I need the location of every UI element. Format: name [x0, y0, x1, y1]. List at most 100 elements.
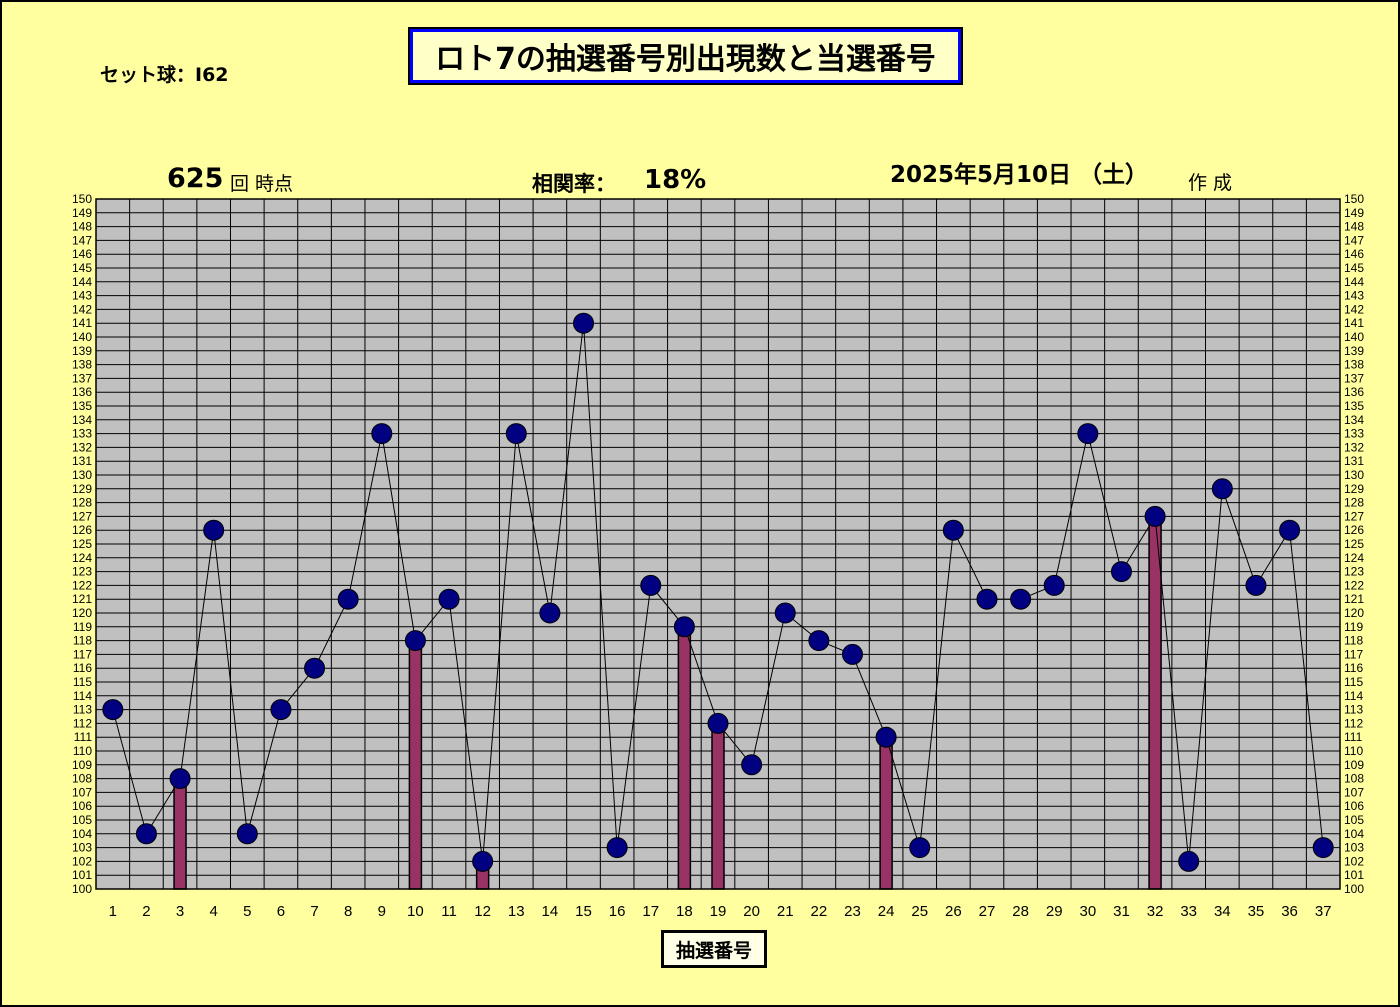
x-tick-label: 20: [743, 903, 760, 920]
data-point: [539, 602, 561, 624]
y-tick-label-left: 139: [72, 344, 92, 358]
y-tick-label-right: 124: [1344, 551, 1364, 565]
y-tick-label-right: 103: [1344, 841, 1364, 855]
x-tick-label: 31: [1113, 903, 1130, 920]
chart-plot: 100 100101 101102 102103 103104 104105 105106 1…: [72, 192, 1364, 920]
y-tick-label-right: 142: [1344, 302, 1364, 316]
y-tick-label-left: 127: [72, 509, 92, 523]
winning-bar: [677, 626, 692, 890]
y-tick-label-right: 129: [1344, 482, 1364, 496]
y-tick-label-right: 110: [1344, 744, 1363, 758]
y-tick-label-right: 135: [1344, 399, 1364, 413]
y-tick-label-left: 102: [72, 854, 92, 868]
y-tick-label-left: 141: [72, 316, 92, 330]
y-tick-label-right: 147: [1344, 233, 1364, 247]
y-tick-label-right: 140: [1344, 330, 1364, 344]
data-point: [1043, 574, 1065, 596]
x-tick-label: 10: [407, 903, 424, 920]
data-point: [135, 823, 157, 845]
x-tick-label: 35: [1248, 903, 1265, 920]
x-tick-label: 29: [1046, 903, 1063, 920]
y-tick-label-right: 138: [1344, 358, 1364, 372]
y-tick-label-right: 122: [1344, 578, 1364, 592]
x-tick-label: 18: [676, 903, 693, 920]
y-tick-label-right: 116: [1344, 661, 1363, 675]
y-tick-label-left: 121: [72, 592, 92, 606]
data-point: [1211, 478, 1233, 500]
x-tick-label: 14: [542, 903, 559, 920]
x-tick-label: 37: [1315, 903, 1332, 920]
y-tick-label-right: 131: [1344, 454, 1364, 468]
y-tick-label-right: 106: [1344, 799, 1364, 813]
x-tick-label: 5: [243, 903, 251, 920]
data-point: [102, 699, 124, 721]
x-tick-label: 9: [378, 903, 386, 920]
y-tick-label-left: 145: [72, 261, 92, 275]
data-point: [573, 312, 595, 334]
y-tick-label-left: 123: [72, 565, 92, 579]
y-tick-label-right: 118: [1344, 634, 1363, 648]
y-tick-label-left: 120: [72, 606, 92, 620]
y-tick-label-right: 148: [1344, 220, 1364, 234]
y-tick-label-right: 143: [1344, 289, 1364, 303]
data-point: [1010, 588, 1032, 610]
data-point: [942, 519, 964, 541]
data-point: [438, 588, 460, 610]
y-tick-label-left: 104: [72, 827, 92, 841]
data-point: [505, 423, 527, 445]
y-tick-label-left: 146: [72, 247, 92, 261]
y-tick-label-left: 133: [72, 427, 92, 441]
x-tick-label: 27: [979, 903, 996, 920]
y-tick-label-right: 120: [1344, 606, 1364, 620]
y-tick-label-left: 140: [72, 330, 92, 344]
y-tick-label-right: 121: [1344, 592, 1364, 606]
x-tick-label: 21: [777, 903, 794, 920]
data-point: [606, 837, 628, 859]
y-tick-label-left: 117: [73, 647, 92, 661]
y-tick-label-right: 109: [1344, 758, 1364, 772]
y-tick-label-right: 102: [1344, 854, 1364, 868]
x-tick-label: 17: [642, 903, 659, 920]
data-point: [741, 754, 763, 776]
y-tick-label-left: 113: [73, 703, 92, 717]
x-tick-label: 23: [844, 903, 861, 920]
y-tick-label-left: 100: [72, 882, 92, 896]
x-tick-label: 24: [878, 903, 895, 920]
y-tick-label-right: 139: [1344, 344, 1364, 358]
y-tick-label-left: 122: [72, 578, 92, 592]
y-tick-label-right: 123: [1344, 565, 1364, 579]
y-tick-label-left: 135: [72, 399, 92, 413]
data-point: [236, 823, 258, 845]
x-tick-label: 22: [811, 903, 828, 920]
y-tick-label-right: 126: [1344, 523, 1364, 537]
data-point: [707, 712, 729, 734]
x-tick-label: 13: [508, 903, 525, 920]
y-tick-label-left: 149: [72, 206, 92, 220]
x-axis-ticks: 1 2 3 4 5 6 7 8 9 10 11 12 13 14 15 16 17 18 19 20 21 22 23 24 2…: [109, 903, 1332, 920]
data-point: [1245, 574, 1267, 596]
x-tick-label: 1: [109, 903, 117, 920]
x-tick-label: 7: [310, 903, 318, 920]
y-tick-label-right: 125: [1344, 537, 1364, 551]
x-tick-label: 8: [344, 903, 352, 920]
y-tick-label-left: 105: [72, 813, 92, 827]
x-tick-label: 30: [1079, 903, 1096, 920]
data-point: [673, 616, 695, 638]
y-tick-label-right: 100: [1344, 882, 1364, 896]
x-tick-label: 36: [1281, 903, 1298, 920]
y-tick-label-left: 129: [72, 482, 92, 496]
winning-bar: [879, 736, 893, 890]
data-point: [203, 519, 225, 541]
y-tick-label-right: 141: [1344, 316, 1364, 330]
y-tick-label-right: 107: [1344, 785, 1364, 799]
y-tick-label-left: 118: [73, 634, 92, 648]
y-tick-label-right: 150: [1344, 192, 1364, 206]
data-point: [909, 837, 931, 859]
x-tick-label: 25: [911, 903, 928, 920]
data-point: [371, 423, 393, 445]
y-tick-label-left: 143: [72, 289, 92, 303]
y-tick-label-left: 109: [72, 758, 92, 772]
y-tick-label-right: 105: [1344, 813, 1364, 827]
y-tick-label-right: 112: [1344, 716, 1363, 730]
x-tick-label: 2: [142, 903, 150, 920]
